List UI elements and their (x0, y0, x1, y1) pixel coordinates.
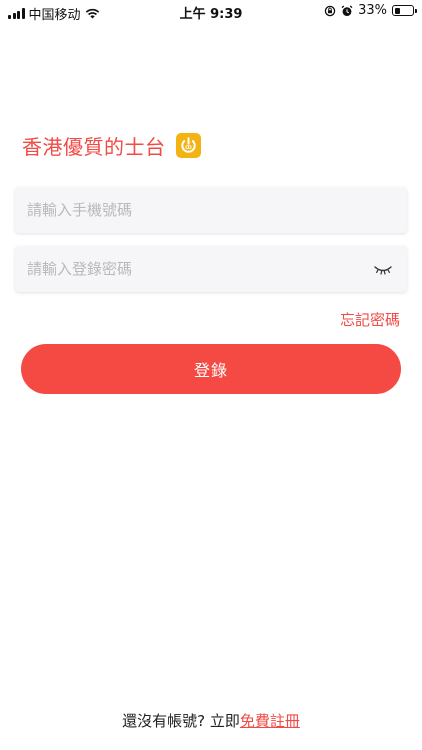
status-right: 33% (324, 3, 417, 18)
phone-input[interactable] (15, 187, 407, 233)
login-button[interactable]: 登錄 (21, 344, 401, 394)
password-field-container (15, 246, 407, 292)
battery-percent: 33% (358, 3, 387, 18)
eye-closed-icon[interactable] (373, 261, 393, 277)
title-row: 香港優質的士台 (22, 131, 201, 160)
battery-fill (394, 7, 400, 14)
password-input[interactable] (15, 246, 407, 292)
forgot-password-link[interactable]: 忘記密碼 (340, 309, 400, 330)
status-bar: 中国移动 上午 9:39 33% (0, 0, 422, 23)
rotation-lock-icon (324, 5, 336, 16)
page-title: 香港優質的士台 (22, 135, 166, 159)
register-link[interactable]: 免費註冊 (240, 712, 300, 730)
battery-icon (392, 5, 417, 16)
register-prompt-text: 還沒有帳號? 立即 (122, 712, 240, 730)
phone-field-container (15, 187, 407, 233)
register-prompt: 還沒有帳號? 立即免費註冊 (0, 710, 422, 731)
power-taxi-logo-icon (175, 133, 201, 158)
alarm-icon (341, 5, 353, 16)
